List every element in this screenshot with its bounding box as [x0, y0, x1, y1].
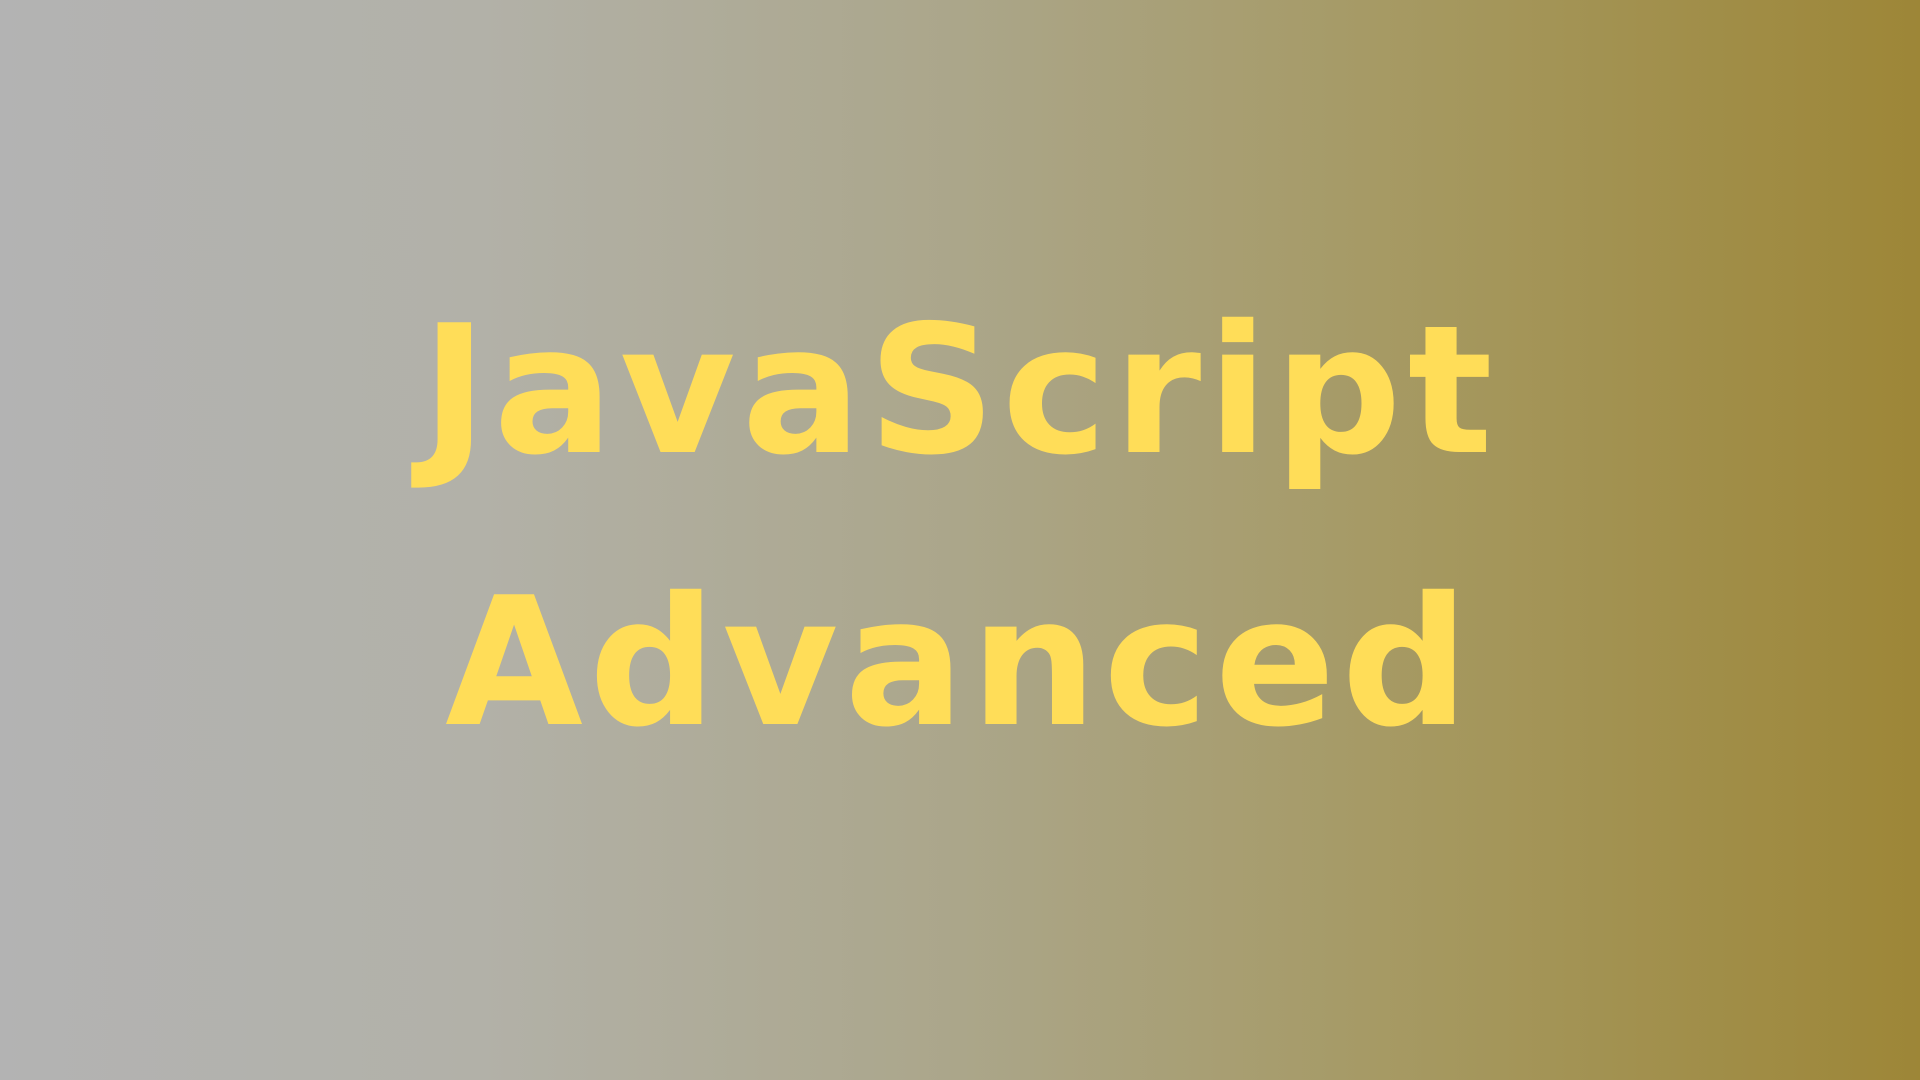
- title-line-1: JavaScript: [421, 287, 1499, 494]
- title-line-2: Advanced: [445, 559, 1475, 766]
- slide-title: JavaScript Advanced: [421, 255, 1499, 799]
- title-slide: JavaScript Advanced: [0, 0, 1920, 1080]
